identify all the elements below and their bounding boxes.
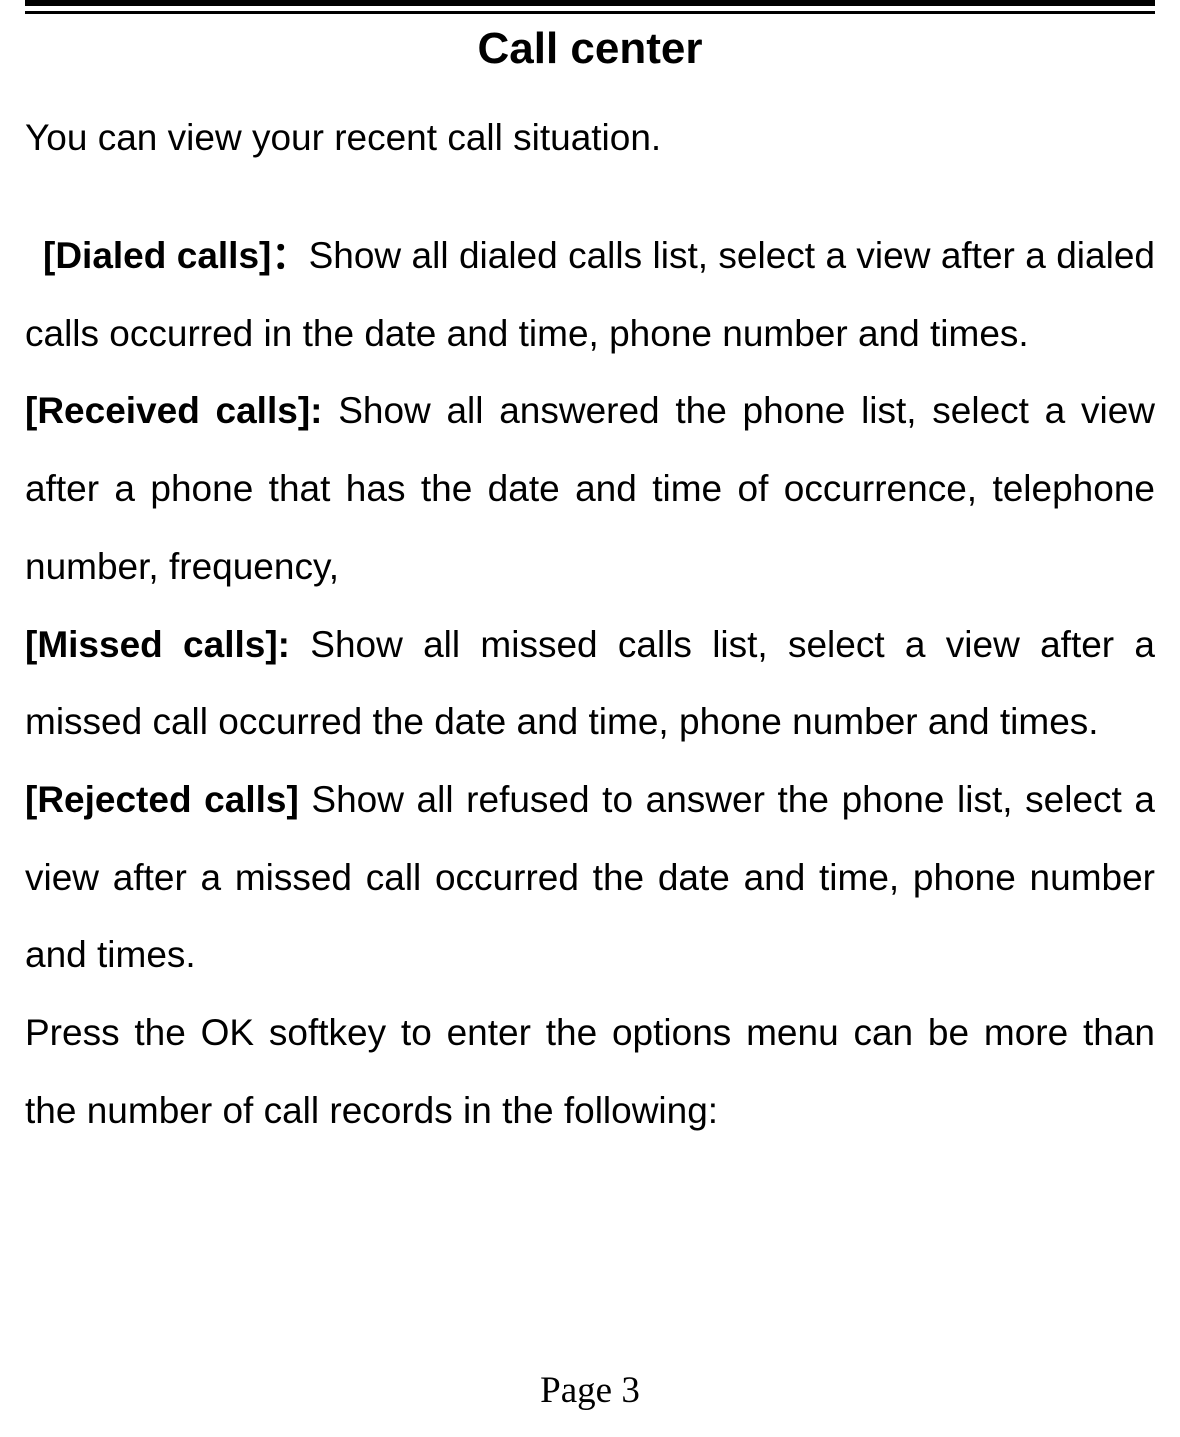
section-received-calls: [Received calls]: Show all answered the … xyxy=(25,372,1155,605)
section-rejected-calls: [Rejected calls] Show all refused to ans… xyxy=(25,761,1155,994)
section-label: [Rejected calls] xyxy=(25,779,311,820)
section-missed-calls: [Missed calls]: Show all missed calls li… xyxy=(25,606,1155,761)
top-rule xyxy=(25,0,1155,14)
body-content: [Dialed calls]：Show all dialed calls lis… xyxy=(25,217,1155,1149)
page-footer: Page 3 xyxy=(0,1369,1180,1412)
section-label: [Received calls]: xyxy=(25,390,338,431)
closing-text: Press the OK softkey to enter the option… xyxy=(25,994,1155,1149)
section-dialed-calls: [Dialed calls]：Show all dialed calls lis… xyxy=(25,217,1155,372)
section-label: [Dialed calls]： xyxy=(43,235,309,276)
section-label: [Missed calls]: xyxy=(25,624,310,665)
intro-text: You can view your recent call situation. xyxy=(25,114,1155,162)
page-title: Call center xyxy=(25,24,1155,74)
